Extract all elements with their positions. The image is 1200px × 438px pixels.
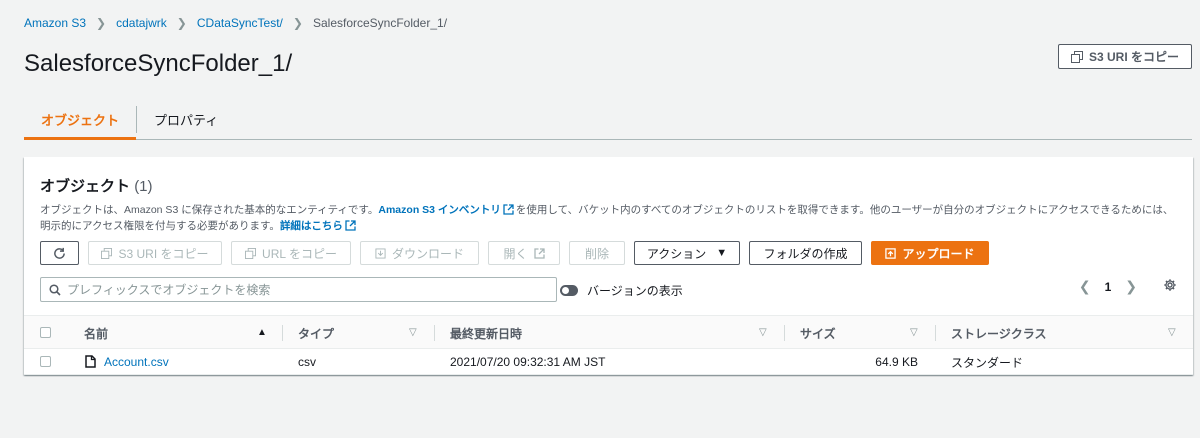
copy-icon xyxy=(101,247,113,259)
create-folder-label: フォルダの作成 xyxy=(763,246,848,261)
column-divider xyxy=(282,325,283,341)
breadcrumb: Amazon S3 ❯ cdatajwrk ❯ CDataSyncTest/ ❯… xyxy=(24,16,447,30)
actions-dropdown[interactable]: アクション ▼ xyxy=(634,241,740,265)
breadcrumb-item-amazon-s3[interactable]: Amazon S3 xyxy=(24,16,86,30)
object-storage-class: スタンダード xyxy=(951,355,1024,370)
breadcrumb-item-folder[interactable]: CDataSyncTest/ xyxy=(197,16,283,30)
show-versions-label: バージョンの表示 xyxy=(587,284,683,298)
table-row[interactable]: Account.csv csv 2021/07/20 09:32:31 AM J… xyxy=(24,349,1193,375)
open-button[interactable]: 開く xyxy=(488,241,560,265)
object-type: csv xyxy=(298,355,316,369)
pagination: ❮ 1 ❯ xyxy=(1079,278,1137,295)
copy-url-button[interactable]: URL をコピー xyxy=(231,241,351,265)
previous-page-icon[interactable]: ❮ xyxy=(1079,278,1091,295)
copy-icon xyxy=(1070,50,1083,63)
refresh-icon xyxy=(54,247,65,259)
copy-icon xyxy=(245,247,257,259)
table-header: 名前 ▲ タイプ ▽ 最終更新日時 ▽ サイズ ▽ ストレージクラス ▽ xyxy=(24,315,1193,349)
search-icon xyxy=(49,283,61,296)
next-page-icon[interactable]: ❯ xyxy=(1125,278,1137,295)
column-divider xyxy=(935,325,936,341)
copy-s3-uri-button[interactable]: S3 URI をコピー xyxy=(88,241,222,265)
caret-down-icon: ▼ xyxy=(716,247,728,259)
current-page-number[interactable]: 1 xyxy=(1105,280,1112,294)
column-header-name[interactable]: 名前 xyxy=(84,316,108,350)
upload-label: アップロード xyxy=(902,246,975,261)
delete-button[interactable]: 削除 xyxy=(569,241,625,265)
sort-icon[interactable]: ▽ xyxy=(910,327,918,338)
delete-label: 削除 xyxy=(584,246,609,261)
object-last-modified: 2021/07/20 09:32:31 AM JST xyxy=(450,355,606,369)
search-box xyxy=(40,277,557,302)
column-header-last-modified[interactable]: 最終更新日時 xyxy=(450,316,522,350)
sort-icon[interactable]: ▽ xyxy=(1168,327,1176,338)
column-divider xyxy=(784,325,785,341)
object-toolbar: S3 URI をコピー URL をコピー ダウンロード 開く 削除 アクション … xyxy=(40,241,998,265)
breadcrumb-current: SalesforceSyncFolder_1/ xyxy=(312,16,448,30)
chevron-right-icon: ❯ xyxy=(292,16,303,30)
sort-icon[interactable]: ▽ xyxy=(759,327,767,338)
search-input[interactable] xyxy=(67,282,527,297)
copy-url-label: URL をコピー xyxy=(262,246,337,261)
learn-more-link[interactable]: 詳細はこちら xyxy=(280,220,343,232)
chevron-right-icon: ❯ xyxy=(96,16,107,30)
download-button[interactable]: ダウンロード xyxy=(360,241,479,265)
show-versions-toggle[interactable] xyxy=(560,285,578,296)
panel-title-text: オブジェクト xyxy=(40,178,131,195)
panel-description: オブジェクトは、Amazon S3 に保存された基本的なエンティティです。Ama… xyxy=(40,202,1180,234)
page-title: SalesforceSyncFolder_1/ xyxy=(24,50,293,77)
copy-s3-uri-header-label: S3 URI をコピー xyxy=(1088,50,1179,64)
objects-panel: オブジェクト (1) オブジェクトは、Amazon S3 に保存された基本的なエ… xyxy=(24,157,1193,375)
tab-properties-label: プロパティ xyxy=(154,113,219,128)
inventory-link[interactable]: Amazon S3 インベントリ xyxy=(378,204,501,216)
gear-icon xyxy=(1164,279,1176,291)
external-link-icon xyxy=(503,204,514,215)
external-link-icon xyxy=(533,247,545,259)
objects-table: 名前 ▲ タイプ ▽ 最終更新日時 ▽ サイズ ▽ ストレージクラス ▽ Acc… xyxy=(24,315,1193,375)
tab-bar: オブジェクト プロパティ xyxy=(24,100,1192,140)
create-folder-button[interactable]: フォルダの作成 xyxy=(749,241,862,265)
upload-button[interactable]: アップロード xyxy=(871,241,989,265)
upload-icon xyxy=(885,247,897,259)
copy-s3-uri-label: S3 URI をコピー xyxy=(118,246,209,261)
panel-title: オブジェクト (1) xyxy=(40,175,153,196)
download-icon xyxy=(375,247,386,259)
sort-ascending-icon[interactable]: ▲ xyxy=(257,327,267,338)
external-link-icon xyxy=(345,220,356,231)
breadcrumb-item-bucket[interactable]: cdatajwrk xyxy=(116,16,167,30)
tab-properties[interactable]: プロパティ xyxy=(137,100,235,139)
tab-objects-label: オブジェクト xyxy=(41,113,120,128)
actions-label: アクション xyxy=(646,246,707,261)
download-label: ダウンロード xyxy=(391,246,464,261)
column-header-storage-class[interactable]: ストレージクラス xyxy=(951,316,1047,350)
object-size: 64.9 KB xyxy=(875,355,918,369)
object-count: (1) xyxy=(134,178,153,195)
column-divider xyxy=(434,325,435,341)
refresh-button[interactable] xyxy=(40,241,79,265)
column-header-size[interactable]: サイズ xyxy=(800,316,836,350)
chevron-right-icon: ❯ xyxy=(176,16,187,30)
object-name-link[interactable]: Account.csv xyxy=(104,349,169,375)
tab-objects[interactable]: オブジェクト xyxy=(24,100,137,140)
show-versions-toggle-group: バージョンの表示 xyxy=(560,282,683,299)
row-checkbox[interactable] xyxy=(40,356,51,367)
open-label: 開く xyxy=(503,246,528,261)
select-all-checkbox[interactable] xyxy=(40,327,51,338)
column-header-type[interactable]: タイプ xyxy=(298,316,334,350)
sort-icon[interactable]: ▽ xyxy=(409,327,417,338)
description-text-1: オブジェクトは、Amazon S3 に保存された基本的なエンティティです。 xyxy=(40,204,379,216)
preferences-button[interactable] xyxy=(1163,278,1177,295)
file-icon xyxy=(85,355,96,368)
copy-s3-uri-header-button[interactable]: S3 URI をコピー xyxy=(1058,44,1192,69)
